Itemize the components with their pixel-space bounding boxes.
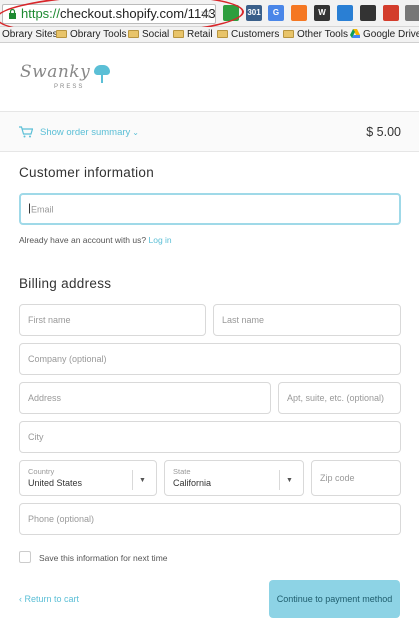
summary-toggle-label: Show order summary [40, 127, 131, 138]
email-placeholder: Email [29, 203, 54, 215]
apt-suite-placeholder: Apt, suite, etc. (optional) [287, 393, 385, 403]
select-divider [279, 470, 280, 490]
bookmark-label: Social [142, 29, 170, 40]
logo-subtitle: PRESS [54, 84, 85, 90]
bookmark-label: Other Tools [297, 29, 348, 40]
browser-toolbar: https://checkout.shopify.com/1143 ☆ 301 G… [0, 0, 419, 40]
continue-to-payment-button[interactable]: Continue to payment method [269, 580, 400, 618]
bookmark-obrary-sites[interactable]: Obrary Sites [2, 29, 58, 40]
bookmark-label: Retail [187, 29, 213, 40]
chevron-down-icon: ⌄ [132, 128, 139, 137]
folder-icon [56, 30, 67, 38]
country-value: United States [28, 478, 83, 488]
account-prompt: Already have an account with us? Log in [19, 235, 172, 245]
city-placeholder: City [28, 432, 44, 442]
download-icon[interactable] [337, 5, 353, 21]
folder-icon [173, 30, 184, 38]
no-entry-icon[interactable] [383, 5, 399, 21]
billing-address-heading: Billing address [19, 276, 112, 291]
text-cursor [29, 203, 30, 214]
country-label: Country [28, 467, 55, 476]
address-placeholder: Address [28, 393, 62, 403]
state-value: California [173, 478, 212, 488]
lock-icon [9, 9, 16, 19]
green-refresh-icon[interactable] [223, 5, 239, 21]
chevron-down-icon: ▼ [286, 477, 293, 484]
apt-suite-field[interactable]: Apt, suite, etc. (optional) [278, 382, 401, 414]
bookmark-star-icon[interactable]: ☆ [200, 5, 213, 22]
bookmark-other-tools[interactable]: Other Tools [283, 29, 348, 40]
last-name-placeholder: Last name [222, 315, 265, 325]
address-field[interactable]: Address [19, 382, 271, 414]
bookmark-retail[interactable]: Retail [173, 29, 213, 40]
address-bar[interactable]: https://checkout.shopify.com/1143 [2, 4, 216, 24]
hubspot-icon[interactable] [291, 5, 307, 21]
cloud-tree-icon [94, 65, 110, 83]
folder-icon [217, 30, 228, 38]
email-field[interactable]: Email [19, 193, 401, 225]
customer-info-heading: Customer information [19, 165, 155, 180]
chevron-down-icon: ▼ [139, 477, 146, 484]
first-name-placeholder: First name [28, 315, 71, 325]
google-drive-icon [350, 29, 360, 38]
bookmark-google-drive[interactable]: Google Drive [350, 29, 419, 40]
country-select[interactable]: Country United States ▼ [19, 460, 157, 496]
translate-icon[interactable]: G [268, 5, 284, 21]
first-name-field[interactable]: First name [19, 304, 206, 336]
bookmark-social[interactable]: Social [128, 29, 169, 40]
folder-icon [128, 30, 139, 38]
order-summary-bar[interactable]: Show order summary ⌄ $ 5.00 [0, 111, 419, 152]
logo-script: Swanky [20, 62, 91, 82]
city-field[interactable]: City [19, 421, 401, 453]
url-scheme: https:// [21, 6, 61, 21]
bookmark-customers[interactable]: Customers [217, 29, 279, 40]
select-divider [132, 470, 133, 490]
redirect-301-icon[interactable]: 301 [246, 5, 262, 21]
account-prompt-text: Already have an account with us? [19, 235, 147, 245]
url-host: checkout.shopify.com/11 [60, 6, 202, 21]
bookmarks-bar: Obrary Sites Obrary Tools Social Retail … [0, 27, 419, 43]
checklist-icon[interactable] [360, 5, 376, 21]
bookmark-label: Obrary Tools [70, 29, 127, 40]
company-field[interactable]: Company (optional) [19, 343, 401, 375]
bookmark-label: Obrary Sites [2, 29, 58, 40]
state-label: State [173, 467, 191, 476]
bookmark-label: Google Drive [363, 29, 419, 40]
phone-placeholder: Phone (optional) [28, 514, 95, 524]
state-select[interactable]: State California ▼ [164, 460, 304, 496]
bookmark-label: Customers [231, 29, 280, 40]
company-placeholder: Company (optional) [28, 354, 107, 364]
store-logo[interactable]: Swanky PRESS [20, 62, 120, 98]
last-name-field[interactable]: Last name [213, 304, 401, 336]
bookmark-obrary-tools[interactable]: Obrary Tools [56, 29, 127, 40]
save-info-label: Save this information for next time [39, 553, 168, 563]
tools-icon[interactable] [405, 5, 419, 21]
folder-icon [283, 30, 294, 38]
return-to-cart-link[interactable]: ‹ Return to cart [19, 594, 79, 604]
wordpress-icon[interactable]: W [314, 5, 330, 21]
zip-code-field[interactable]: Zip code [311, 460, 401, 496]
login-link[interactable]: Log in [148, 235, 171, 245]
save-info-checkbox[interactable] [19, 551, 31, 563]
order-total: $ 5.00 [366, 125, 401, 139]
show-order-summary-link[interactable]: Show order summary ⌄ [40, 127, 139, 138]
phone-field[interactable]: Phone (optional) [19, 503, 401, 535]
zip-code-placeholder: Zip code [320, 473, 355, 483]
return-to-cart-label: Return to cart [24, 594, 80, 604]
cart-icon [19, 126, 33, 138]
